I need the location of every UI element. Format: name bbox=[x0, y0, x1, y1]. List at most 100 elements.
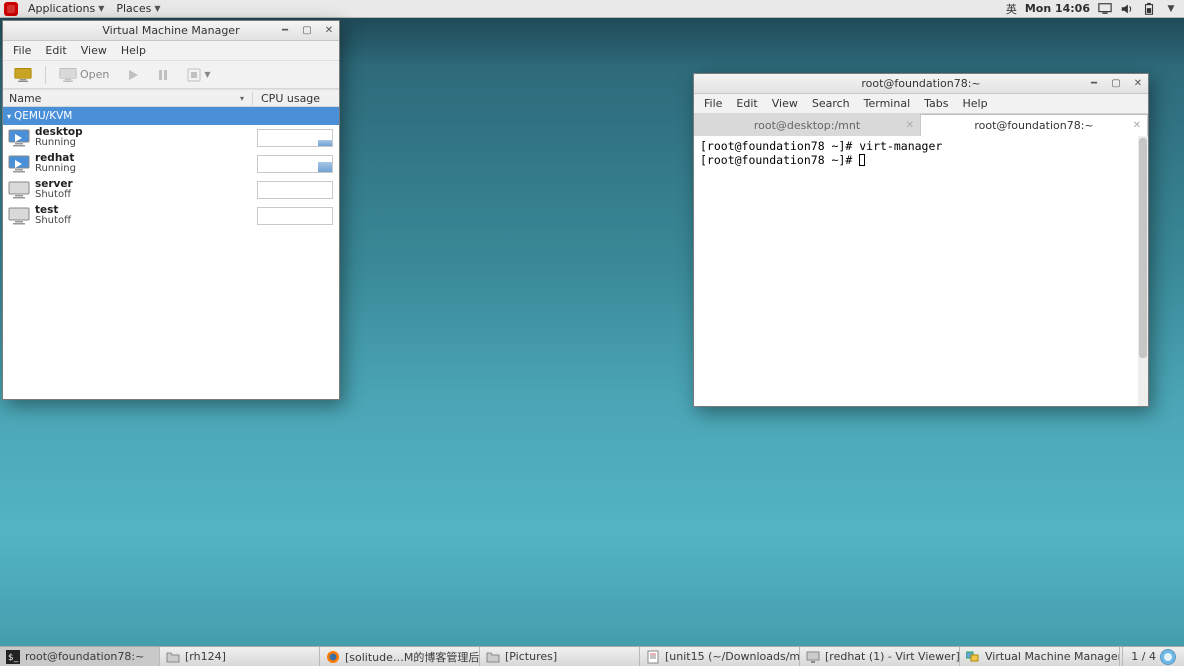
svg-text:$_: $_ bbox=[8, 653, 19, 663]
pause-button[interactable] bbox=[152, 66, 174, 84]
task-label: [Pictures] bbox=[505, 650, 557, 663]
screen-icon[interactable] bbox=[1098, 2, 1112, 16]
menu-edit[interactable]: Edit bbox=[39, 42, 72, 59]
workspace-indicator-icon bbox=[1160, 649, 1176, 665]
cpu-sparkline bbox=[253, 127, 339, 149]
firefox-icon bbox=[326, 650, 340, 664]
top-panel: Applications ▼ Places ▼ 英 Mon 14:06 ▼ bbox=[0, 0, 1184, 18]
input-method-indicator[interactable]: 英 bbox=[1006, 1, 1017, 17]
menu-view[interactable]: View bbox=[75, 42, 113, 59]
expand-arrow-icon: ▾ bbox=[7, 112, 11, 121]
cpu-sparkline bbox=[253, 205, 339, 227]
screen-icon bbox=[806, 650, 820, 664]
task-label: [rh124] bbox=[185, 650, 226, 663]
taskbar-item[interactable]: [rh124] bbox=[160, 647, 320, 666]
terminal-body[interactable]: [root@foundation78 ~]# virt-manager [roo… bbox=[694, 136, 1148, 406]
close-icon[interactable]: ✕ bbox=[906, 120, 914, 131]
vmm-titlebar[interactable]: Virtual Machine Manager ━ ▢ ✕ bbox=[3, 21, 339, 41]
vm-icon bbox=[3, 181, 35, 199]
terminal-output: [root@foundation78 ~]# virt-manager [roo… bbox=[700, 140, 1142, 168]
clock[interactable]: Mon 14:06 bbox=[1025, 2, 1090, 15]
menu-view[interactable]: View bbox=[766, 95, 804, 112]
minimize-button[interactable]: ━ bbox=[279, 25, 291, 37]
places-label: Places bbox=[116, 2, 151, 15]
chevron-down-icon: ▼ bbox=[98, 4, 104, 13]
terminal-titlebar[interactable]: root@foundation78:~ ━ ▢ ✕ bbox=[694, 74, 1148, 94]
workspace-label: 1 / 4 bbox=[1131, 650, 1156, 663]
activities-icon[interactable] bbox=[4, 2, 18, 16]
tab-label: root@foundation78:~ bbox=[974, 119, 1093, 132]
chevron-down-icon: ▼ bbox=[204, 70, 210, 79]
vmm-columns: Name ▾ CPU usage bbox=[3, 89, 339, 107]
new-vm-button[interactable] bbox=[9, 64, 37, 86]
taskbar-item[interactable]: $_ root@foundation78:~ bbox=[0, 647, 160, 666]
vm-row[interactable]: redhatRunning bbox=[3, 151, 339, 177]
chevron-down-icon: ▼ bbox=[154, 4, 160, 13]
taskbar-item[interactable]: [solitude…M的博客管理后台~51… bbox=[320, 647, 480, 666]
task-label: root@foundation78:~ bbox=[25, 650, 144, 663]
vm-state: Shutoff bbox=[35, 190, 253, 201]
connection-row[interactable]: ▾ QEMU/KVM bbox=[3, 107, 339, 125]
minimize-button[interactable]: ━ bbox=[1088, 78, 1100, 90]
menu-search[interactable]: Search bbox=[806, 95, 856, 112]
battery-icon[interactable] bbox=[1142, 2, 1156, 16]
maximize-button[interactable]: ▢ bbox=[301, 25, 313, 37]
connection-label: QEMU/KVM bbox=[14, 110, 72, 122]
cpu-sparkline bbox=[253, 153, 339, 175]
vm-state: Shutoff bbox=[35, 216, 253, 227]
vmm-toolbar: Open ▼ bbox=[3, 61, 339, 89]
applications-label: Applications bbox=[28, 2, 95, 15]
menu-help[interactable]: Help bbox=[957, 95, 994, 112]
task-label: [solitude…M的博客管理后台~51… bbox=[345, 649, 480, 665]
maximize-button[interactable]: ▢ bbox=[1110, 78, 1122, 90]
run-button[interactable] bbox=[122, 66, 144, 84]
cursor bbox=[859, 154, 865, 166]
terminal-tabstrip: root@desktop:/mnt✕ root@foundation78:~ ✕ bbox=[694, 114, 1148, 136]
vm-row[interactable]: desktopRunning bbox=[3, 125, 339, 151]
menu-tabs[interactable]: Tabs bbox=[918, 95, 954, 112]
col-cpu-usage[interactable]: CPU usage bbox=[253, 92, 339, 105]
vmm-window[interactable]: Virtual Machine Manager ━ ▢ ✕ File Edit … bbox=[2, 20, 340, 400]
vmm-icon bbox=[966, 650, 980, 664]
terminal-tab[interactable]: root@foundation78:~ ✕ bbox=[921, 114, 1148, 136]
menu-terminal[interactable]: Terminal bbox=[858, 95, 917, 112]
chevron-down-icon[interactable]: ▼ bbox=[1164, 2, 1178, 16]
terminal-tab[interactable]: root@desktop:/mnt✕ bbox=[694, 114, 921, 136]
menu-file[interactable]: File bbox=[7, 42, 37, 59]
task-label: [unit15 (~/Downloads/mk/rh124)… bbox=[665, 650, 800, 663]
col-name[interactable]: Name ▾ bbox=[3, 92, 253, 105]
scrollbar[interactable] bbox=[1138, 136, 1148, 406]
terminal-icon: $_ bbox=[6, 650, 20, 664]
vm-list[interactable]: desktopRunningredhatRunningserverShutoff… bbox=[3, 125, 339, 399]
places-menu[interactable]: Places ▼ bbox=[110, 0, 166, 17]
vm-row[interactable]: testShutoff bbox=[3, 203, 339, 229]
applications-menu[interactable]: Applications ▼ bbox=[22, 0, 110, 17]
volume-icon[interactable] bbox=[1120, 2, 1134, 16]
scrollbar-thumb[interactable] bbox=[1139, 138, 1147, 358]
close-icon[interactable]: ✕ bbox=[1133, 120, 1141, 131]
menu-file[interactable]: File bbox=[698, 95, 728, 112]
task-label: Virtual Machine Manager bbox=[985, 650, 1120, 663]
open-label: Open bbox=[80, 68, 109, 81]
vm-icon bbox=[3, 155, 35, 173]
close-button[interactable]: ✕ bbox=[323, 25, 335, 37]
folder-icon bbox=[166, 650, 180, 664]
open-vm-button[interactable]: Open bbox=[54, 64, 114, 86]
taskbar-item[interactable]: [Pictures] bbox=[480, 647, 640, 666]
terminal-window[interactable]: root@foundation78:~ ━ ▢ ✕ File Edit View… bbox=[693, 73, 1149, 407]
vm-state: Running bbox=[35, 164, 253, 175]
taskbar-item[interactable]: [unit15 (~/Downloads/mk/rh124)… bbox=[640, 647, 800, 666]
taskbar-item[interactable]: Virtual Machine Manager bbox=[960, 647, 1120, 666]
taskbar: $_ root@foundation78:~ [rh124] [solitude…M的… bbox=[0, 646, 1184, 666]
vmm-menubar: File Edit View Help bbox=[3, 41, 339, 61]
menu-edit[interactable]: Edit bbox=[730, 95, 763, 112]
workspace-switcher[interactable]: 1 / 4 bbox=[1122, 647, 1184, 666]
taskbar-item[interactable]: [redhat (1) - Virt Viewer] bbox=[800, 647, 960, 666]
shutdown-button[interactable]: ▼ bbox=[182, 65, 215, 85]
vm-state: Running bbox=[35, 138, 253, 149]
vm-row[interactable]: serverShutoff bbox=[3, 177, 339, 203]
toolbar-separator bbox=[45, 66, 46, 84]
cpu-sparkline bbox=[253, 179, 339, 201]
close-button[interactable]: ✕ bbox=[1132, 78, 1144, 90]
menu-help[interactable]: Help bbox=[115, 42, 152, 59]
